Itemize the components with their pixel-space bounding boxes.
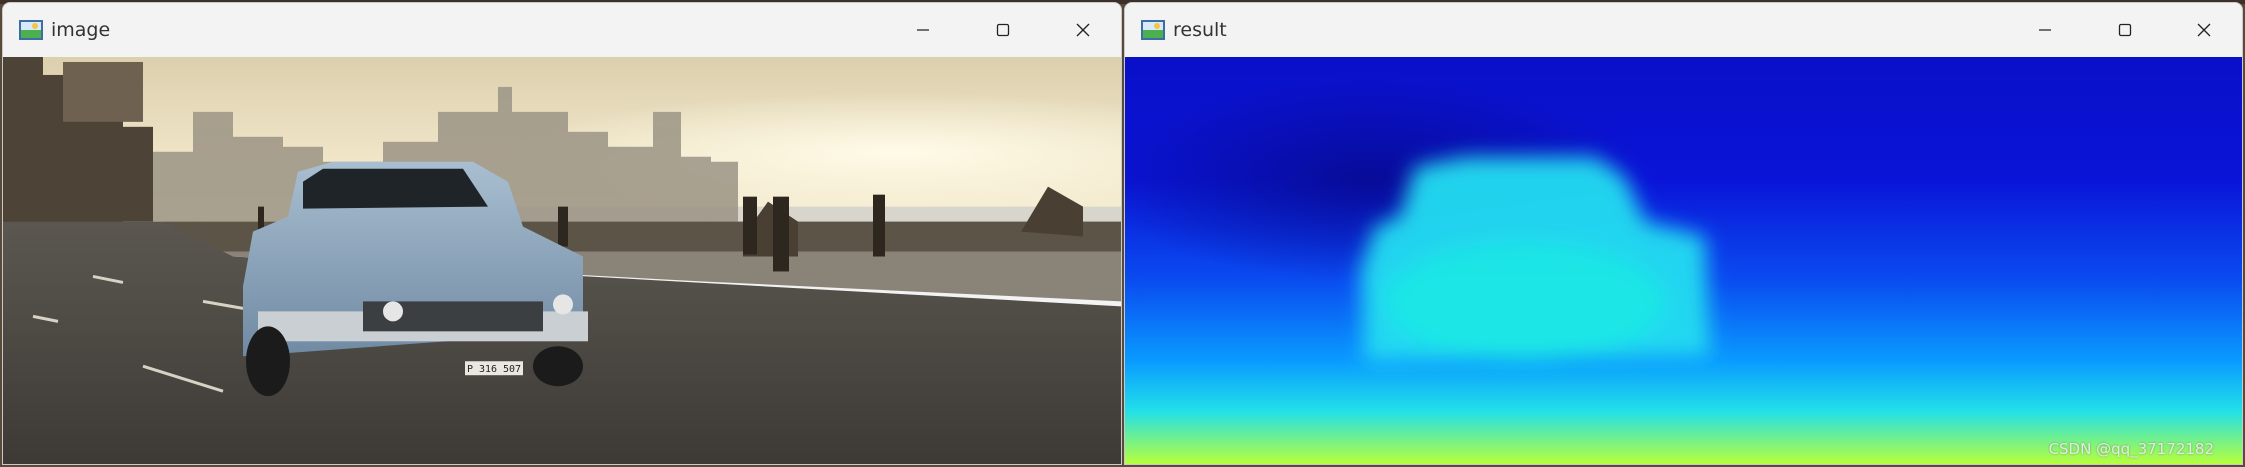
depth-map [1125, 57, 2242, 464]
image-window[interactable]: image P 316 507 [2, 2, 1122, 465]
titlebar[interactable]: result [1125, 3, 2242, 57]
close-button[interactable] [2164, 3, 2242, 57]
opencv-window-icon [1141, 20, 1165, 40]
opencv-window-icon [19, 20, 43, 40]
titlebar[interactable]: image [3, 3, 1121, 57]
window-title: image [51, 19, 111, 41]
result-canvas: CSDN @qq_37172182 [1125, 57, 2242, 464]
close-icon [2197, 23, 2211, 37]
minimize-button[interactable] [883, 3, 963, 57]
close-button[interactable] [1043, 3, 1121, 57]
watermark-text: CSDN @qq_37172182 [2048, 440, 2214, 458]
image-canvas: P 316 507 [3, 57, 1121, 464]
maximize-icon [996, 23, 1010, 37]
minimize-button[interactable] [2005, 3, 2085, 57]
minimize-icon [2039, 29, 2051, 31]
window-title: result [1173, 19, 1227, 41]
street-photo: P 316 507 [3, 57, 1121, 464]
maximize-button[interactable] [2085, 3, 2165, 57]
license-plate: P 316 507 [467, 364, 521, 375]
result-window[interactable]: result CSDN @qq_37172182 [1124, 2, 2243, 465]
close-icon [1076, 23, 1090, 37]
maximize-button[interactable] [963, 3, 1043, 57]
maximize-icon [2118, 23, 2132, 37]
minimize-icon [917, 29, 929, 31]
